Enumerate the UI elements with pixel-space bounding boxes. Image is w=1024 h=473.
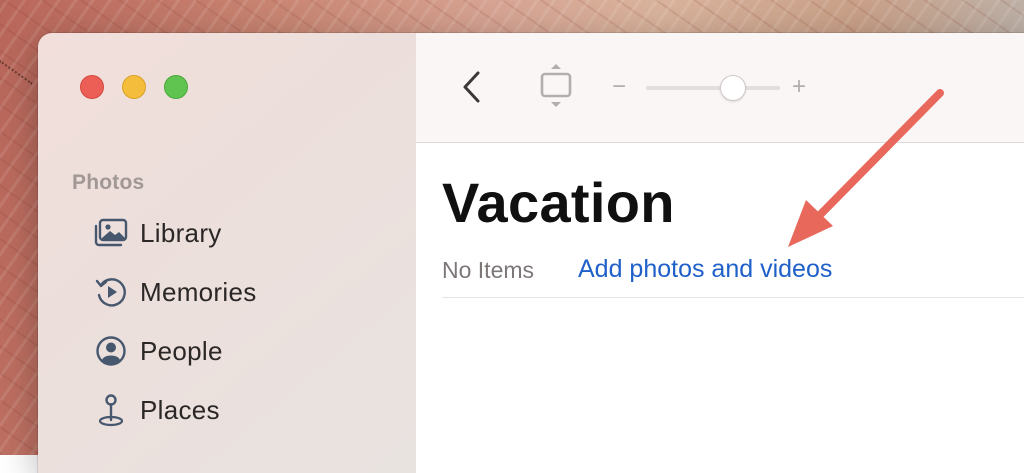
desktop-pattern-line: [0, 60, 33, 134]
zoom-out-icon[interactable]: −: [612, 73, 626, 101]
sidebar: Photos Library Memories People Places: [38, 33, 417, 473]
minimize-button[interactable]: [122, 75, 146, 99]
item-count: No Items: [442, 257, 535, 283]
map-pin-icon: [94, 393, 128, 427]
zoom-track[interactable]: [646, 86, 780, 90]
zoom-thumb[interactable]: [720, 75, 747, 101]
album-title: Vacation: [442, 171, 675, 234]
sidebar-item-label: Memories: [140, 276, 257, 307]
main-content: − + Vacation No Items Add photos and vid…: [416, 33, 1024, 473]
close-button[interactable]: [80, 75, 104, 99]
maximize-button[interactable]: [164, 75, 188, 99]
sidebar-item-library[interactable]: Library: [94, 213, 222, 253]
zoom-in-icon[interactable]: +: [792, 73, 806, 101]
add-photos-link[interactable]: Add photos and videos: [578, 255, 832, 284]
zoom-slider[interactable]: − +: [612, 71, 812, 103]
person-icon: [94, 334, 128, 368]
sidebar-section-title: Photos: [72, 171, 145, 194]
library-photos-icon: [94, 216, 128, 250]
fit-to-window-button[interactable]: [538, 63, 574, 109]
fit-to-window-icon: [540, 64, 572, 107]
sidebar-item-label: Library: [140, 217, 222, 248]
sidebar-item-memories[interactable]: Memories: [94, 272, 257, 312]
window-controls: [80, 75, 188, 99]
header-divider: [442, 297, 1024, 298]
sidebar-item-places[interactable]: Places: [94, 390, 220, 430]
back-button[interactable]: [456, 67, 488, 107]
photos-window: Photos Library Memories People Places − …: [38, 33, 1024, 473]
toolbar: − +: [416, 33, 1024, 143]
memories-play-icon: [94, 275, 128, 309]
chevron-left-icon: [463, 71, 480, 103]
sidebar-item-label: People: [140, 335, 223, 366]
sidebar-item-people[interactable]: People: [94, 331, 223, 371]
sidebar-item-label: Places: [140, 394, 220, 425]
